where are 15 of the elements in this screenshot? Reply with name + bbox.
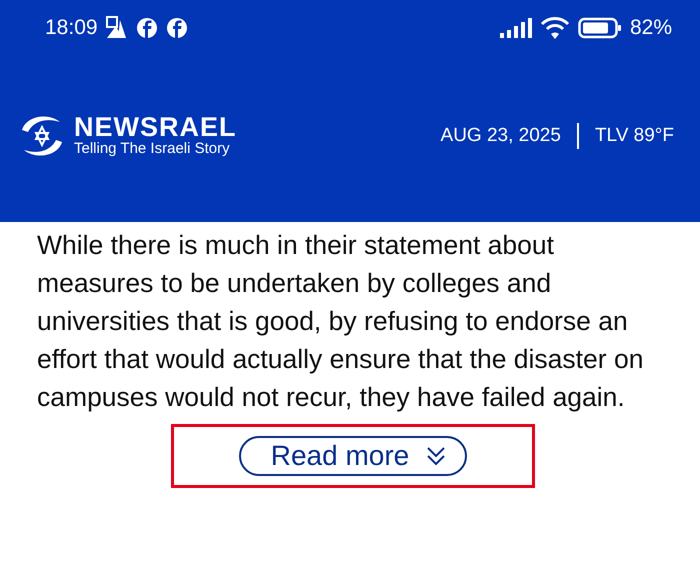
chevron-down-icon	[425, 444, 448, 467]
battery-icon	[578, 17, 622, 39]
battery-percent: 82%	[630, 15, 672, 42]
logo-tagline: Telling The Israeli Story	[74, 141, 231, 158]
article-paragraph: While there is much in their statement about measures to be undertaken by colleges and universities that is good, by refusing to endorse an effort that would actually ensure that the disaster on campuses would not recur, they have failed again.	[36, 229, 644, 414]
gallery-icon	[106, 16, 128, 40]
logo-title: NEWSRAEL	[74, 114, 236, 142]
f-logo-icon	[166, 17, 188, 39]
weather-text: TLV 89°F	[594, 124, 674, 148]
f-logo-icon	[136, 17, 158, 39]
date-text: AUG 23, 2025	[440, 124, 561, 148]
read-more-button[interactable]: Read more	[238, 436, 468, 476]
status-time: 18:09	[45, 15, 98, 42]
wifi-icon	[540, 16, 570, 40]
signal-icon	[500, 18, 532, 38]
